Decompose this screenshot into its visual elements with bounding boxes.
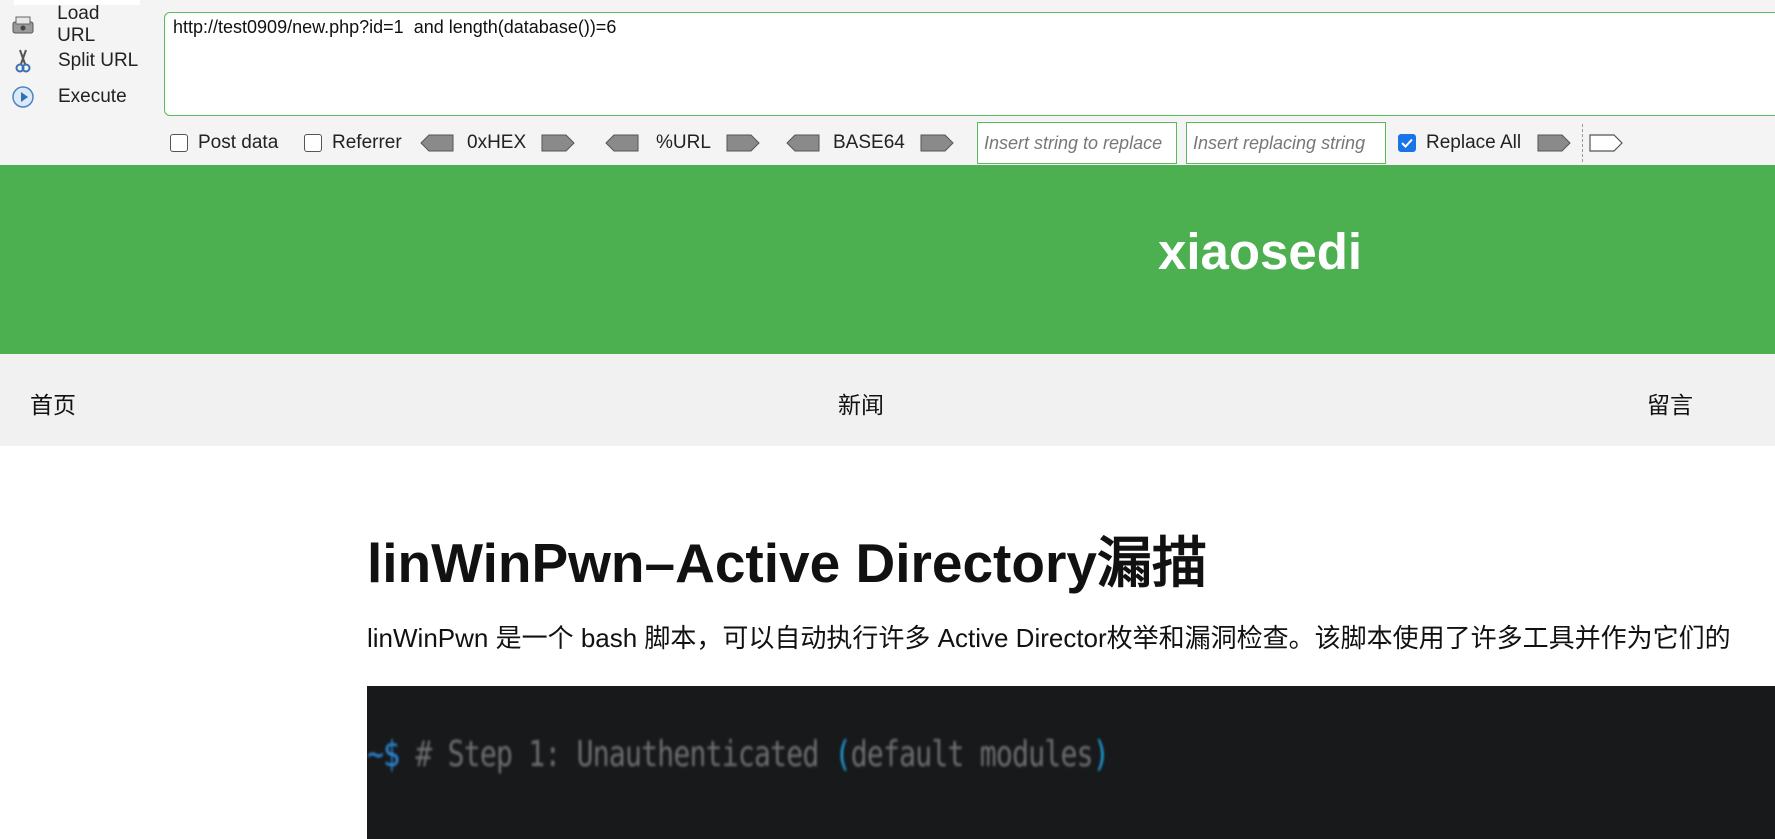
article-intro: linWinPwn 是一个 bash 脚本，可以自动执行许多 Active Di… bbox=[367, 623, 1731, 653]
hackbar-toolbar: Load URL Split URL Execute http://test09… bbox=[0, 0, 1775, 165]
article-title: linWinPwn–Active Directory漏描 bbox=[367, 532, 1207, 594]
base64-encode-arrow-icon[interactable] bbox=[919, 133, 955, 153]
nav-news-link[interactable]: 新闻 bbox=[838, 386, 884, 420]
url-encoder: %URL bbox=[604, 128, 761, 158]
toolbar-separator bbox=[1582, 124, 1583, 162]
nav-home-link[interactable]: 首页 bbox=[30, 386, 76, 420]
base64-label: BASE64 bbox=[833, 132, 905, 153]
scissors-icon bbox=[10, 48, 36, 74]
execute-button[interactable]: Execute bbox=[10, 82, 140, 112]
code-paren-inner: default modules bbox=[850, 734, 1094, 775]
code-paren-close: ) bbox=[1092, 734, 1110, 775]
referrer-checkbox[interactable] bbox=[304, 134, 322, 152]
code-prompt: ~$ bbox=[367, 734, 400, 775]
url-label: %URL bbox=[656, 132, 711, 153]
post-data-toggle[interactable]: Post data bbox=[170, 128, 278, 158]
code-comment: # Step 1: Unauthenticated bbox=[415, 734, 835, 775]
code-screenshot: ~$ # Step 1: Unauthenticated (default mo… bbox=[367, 686, 1775, 839]
code-paren-open: ( bbox=[834, 734, 852, 775]
base64-encoder: BASE64 bbox=[785, 128, 955, 158]
replace-all-checkbox[interactable] bbox=[1398, 134, 1416, 152]
extra-action bbox=[1588, 128, 1624, 158]
replace-all-label: Replace All bbox=[1426, 132, 1522, 153]
hex-decode-arrow-icon[interactable] bbox=[419, 133, 455, 153]
hex-label: 0xHEX bbox=[467, 132, 527, 153]
execute-label: Execute bbox=[58, 86, 127, 107]
replace-arrow-icon[interactable] bbox=[1536, 133, 1572, 153]
replace-execute bbox=[1536, 128, 1572, 158]
load-url-icon bbox=[10, 12, 35, 38]
referrer-toggle[interactable]: Referrer bbox=[304, 128, 402, 158]
extra-arrow-icon[interactable] bbox=[1588, 133, 1624, 153]
url-decode-arrow-icon[interactable] bbox=[604, 133, 640, 153]
split-url-label: Split URL bbox=[58, 50, 139, 71]
replace-find-input[interactable] bbox=[977, 122, 1177, 164]
url-textarea[interactable]: http://test0909/new.php?id=1 and length(… bbox=[164, 12, 1775, 116]
post-data-label: Post data bbox=[198, 132, 279, 153]
post-data-checkbox[interactable] bbox=[170, 134, 188, 152]
nav-guestbook-link[interactable]: 留言 bbox=[1647, 386, 1693, 420]
replace-with-input[interactable] bbox=[1186, 122, 1386, 164]
url-encode-arrow-icon[interactable] bbox=[725, 133, 761, 153]
referrer-label: Referrer bbox=[332, 132, 402, 153]
hex-encoder: 0xHEX bbox=[419, 128, 576, 158]
play-icon bbox=[10, 84, 36, 110]
checkmark-icon bbox=[1401, 138, 1413, 148]
site-header: xiaosedi bbox=[0, 165, 1775, 354]
hex-encode-arrow-icon[interactable] bbox=[540, 133, 576, 153]
code-line: ~$ # Step 1: Unauthenticated (default mo… bbox=[367, 734, 1110, 775]
load-url-button[interactable]: Load URL bbox=[10, 3, 140, 46]
split-url-button[interactable]: Split URL bbox=[10, 46, 140, 76]
site-nav: 首页 新闻 留言 bbox=[0, 354, 1775, 446]
base64-decode-arrow-icon[interactable] bbox=[785, 133, 821, 153]
replace-all-toggle[interactable]: Replace All bbox=[1398, 128, 1521, 158]
load-url-label: Load URL bbox=[57, 3, 100, 46]
site-title: xiaosedi bbox=[1158, 223, 1363, 280]
